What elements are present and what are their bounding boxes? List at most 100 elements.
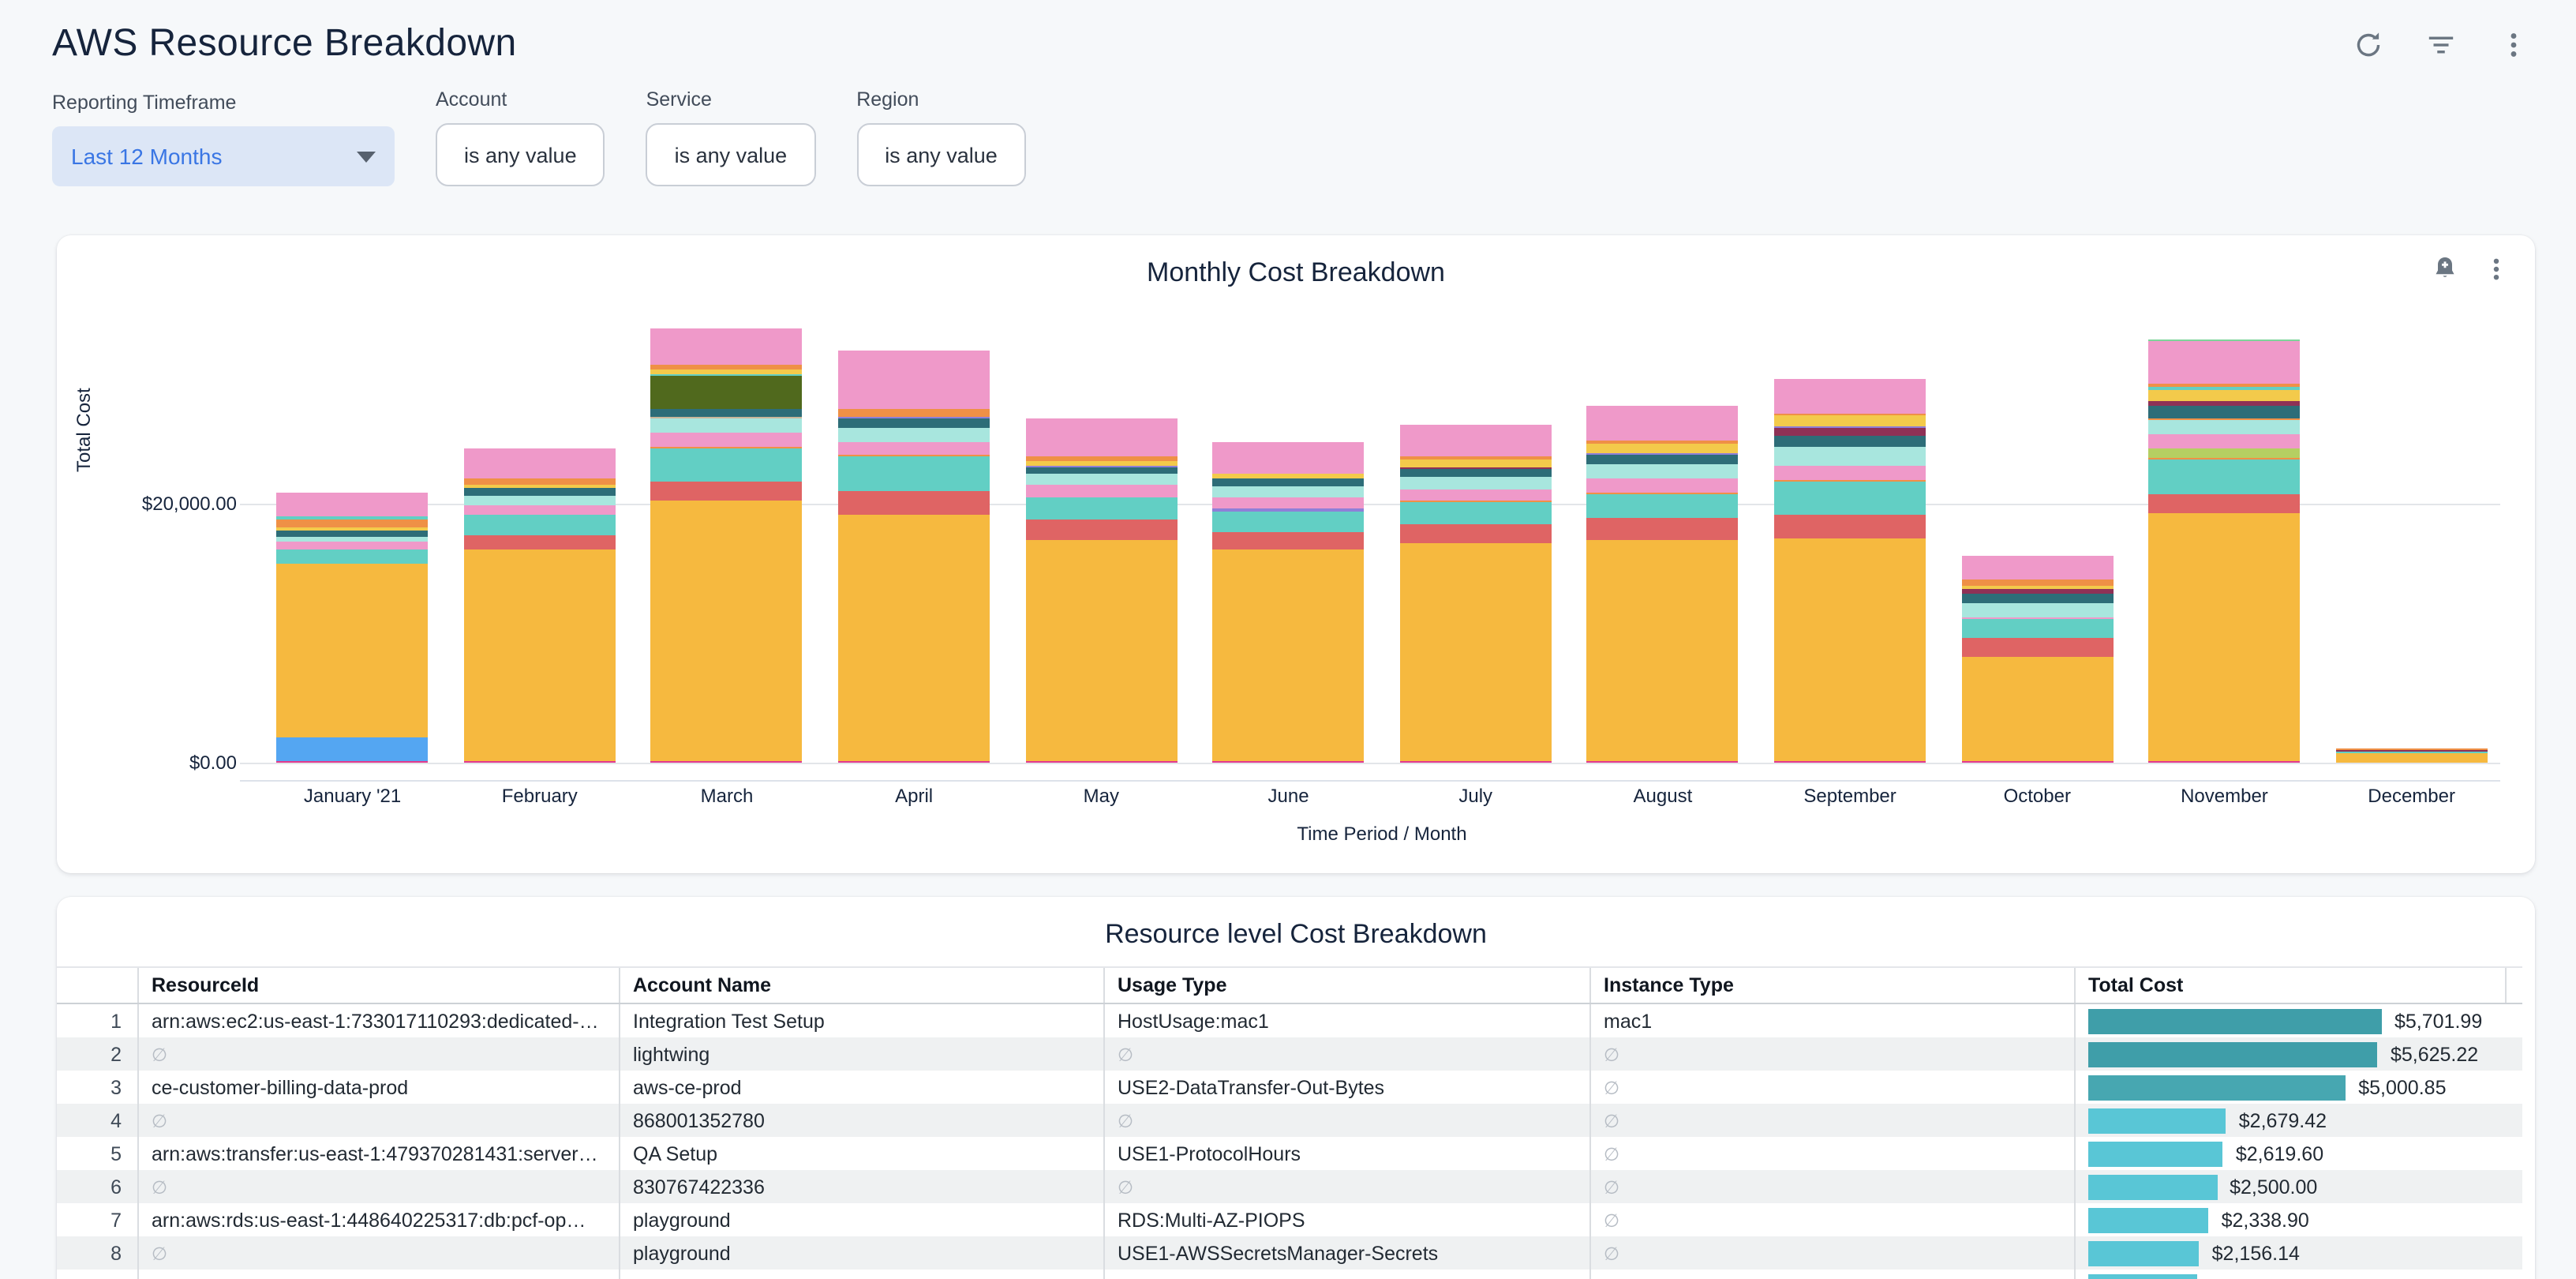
bar-segment-teal xyxy=(1961,619,2113,639)
total-cost-bar xyxy=(2088,1075,2346,1100)
bar-segment-red xyxy=(1213,531,1365,549)
cell-instance-type: ∅ xyxy=(1591,1170,2076,1203)
total-cost-bar xyxy=(2088,1207,2209,1232)
cell-resource-id: arn:aws:rds:us-east-1:448640225317:db:pc… xyxy=(139,1203,620,1236)
bar-segment-lightteal xyxy=(838,428,990,441)
bar-segment-magenta xyxy=(1025,761,1177,763)
table-row: 7arn:aws:rds:us-east-1:448640225317:db:p… xyxy=(57,1203,2522,1236)
bar-segment-magenta xyxy=(1587,761,1739,763)
bar-segment-pink xyxy=(1774,465,1926,479)
bar-segment-pink xyxy=(1213,441,1365,474)
x-tick-label: May xyxy=(1008,785,1195,807)
resource-cost-table-card: Resource level Cost Breakdown ResourceId… xyxy=(57,897,2535,1279)
filter-label: Reporting Timeframe xyxy=(52,92,395,114)
total-cost-value: $2,156.14 xyxy=(2212,1242,2300,1264)
aws-resource-breakdown-dashboard: AWS Resource Breakdown Reporting Timefra… xyxy=(0,0,2576,1279)
bar-segment-teal xyxy=(1587,494,1739,519)
x-tick-label: October xyxy=(1944,785,2131,807)
bar-segment-pink xyxy=(1400,425,1552,456)
bar-segment-darkteal xyxy=(1774,436,1926,448)
row-number: 5 xyxy=(57,1137,139,1170)
stacked-bar-october[interactable] xyxy=(1961,557,2113,763)
bar-segment-red xyxy=(651,482,803,501)
total-cost-value: $5,000.85 xyxy=(2358,1076,2446,1098)
total-cost-value: $2,500.00 xyxy=(2230,1176,2317,1198)
table-row: 3ce-customer-billing-data-prodaws-ce-pro… xyxy=(57,1071,2522,1104)
total-cost-value: $5,701.99 xyxy=(2394,1010,2482,1032)
x-tick-label: August xyxy=(1569,785,1756,807)
bar-series xyxy=(259,235,2505,763)
bar-segment-amber xyxy=(1587,541,1739,761)
bar-segment-olive xyxy=(651,376,803,410)
stacked-bar-april[interactable] xyxy=(838,350,990,763)
bar-segment-red xyxy=(464,534,616,549)
cell-resource-id: ce-customer-billing-data-prod xyxy=(139,1071,620,1104)
bar-slot xyxy=(446,235,633,763)
bar-segment-lightteal xyxy=(1587,465,1739,479)
bar-slot xyxy=(1757,235,1944,763)
stacked-bar-september[interactable] xyxy=(1774,380,1926,763)
cell-usage-type: HostUsage:mac1 xyxy=(1105,1004,1591,1037)
bar-segment-yellow xyxy=(1774,415,1926,426)
bar-segment-amber xyxy=(838,516,990,761)
x-tick-label: September xyxy=(1757,785,1944,807)
null-value: ∅ xyxy=(1604,1176,1619,1198)
bar-segment-orange xyxy=(1025,456,1177,461)
filter-button[interactable]: is any value xyxy=(436,123,605,186)
filter-button[interactable]: is any value xyxy=(646,123,816,186)
stacked-bar-january-21[interactable] xyxy=(277,492,429,763)
cell-account-name: lightwing xyxy=(620,1037,1105,1071)
column-header-account-name[interactable]: Account Name xyxy=(620,968,1105,1003)
x-tick-label: June xyxy=(1195,785,1382,807)
bar-segment-pink xyxy=(1961,557,2113,580)
stacked-bar-july[interactable] xyxy=(1400,425,1552,763)
filter-icon[interactable] xyxy=(2424,28,2456,60)
filter-button[interactable]: is any value xyxy=(856,123,1026,186)
column-header-instance-type[interactable]: Instance Type xyxy=(1591,968,2076,1003)
bar-slot xyxy=(633,235,820,763)
stacked-bar-august[interactable] xyxy=(1587,406,1739,763)
bar-segment-amber xyxy=(651,501,803,761)
bar-segment-red xyxy=(1400,524,1552,543)
cell-usage-type: ∅ xyxy=(1105,1037,1591,1071)
row-number: 7 xyxy=(57,1203,139,1236)
cell-resource-id: ∅ xyxy=(139,1170,620,1203)
kebab-menu-icon[interactable] xyxy=(2497,28,2529,60)
table-title: Resource level Cost Breakdown xyxy=(57,897,2535,951)
column-header-total-cost[interactable]: Total Cost xyxy=(2076,968,2507,1003)
cell-total-cost: $5,625.22 xyxy=(2076,1037,2507,1071)
y-tick-0: $0.00 xyxy=(63,752,237,774)
filter-dropdown[interactable]: Last 12 Months xyxy=(52,126,395,186)
bar-segment-darkteal xyxy=(2148,407,2300,419)
table-row: 8∅playgroundUSE1-AWSSecretsManager-Secre… xyxy=(57,1236,2522,1270)
bar-segment-magenta xyxy=(651,761,803,763)
bar-segment-lightteal xyxy=(1961,604,2113,617)
table-row: 9 xyxy=(57,1270,2522,1279)
bar-segment-orange xyxy=(1961,579,2113,585)
bar-segment-pink xyxy=(277,542,429,549)
bar-slot xyxy=(2318,235,2505,763)
cell-usage-type: USE2-DataTransfer-Out-Bytes xyxy=(1105,1071,1591,1104)
cell-usage-type: ∅ xyxy=(1105,1170,1591,1203)
null-value: ∅ xyxy=(1604,1109,1619,1131)
stacked-bar-february[interactable] xyxy=(464,448,616,763)
filter-label: Region xyxy=(856,88,1026,111)
total-cost-bar xyxy=(2088,1240,2200,1266)
stacked-bar-november[interactable] xyxy=(2148,339,2300,763)
header-actions xyxy=(2352,28,2529,60)
stacked-bar-june[interactable] xyxy=(1213,441,1365,763)
stacked-bar-may[interactable] xyxy=(1025,418,1177,763)
column-header-usage-type[interactable]: Usage Type xyxy=(1105,968,1591,1003)
refresh-icon[interactable] xyxy=(2352,28,2383,60)
bar-slot xyxy=(259,235,446,763)
cell-account-name: aws-ce-prod xyxy=(620,1071,1105,1104)
cell-usage-type: USE1-ProtocolHours xyxy=(1105,1137,1591,1170)
bar-segment-orange xyxy=(464,478,616,485)
stacked-bar-march[interactable] xyxy=(651,329,803,763)
stacked-bar-december[interactable] xyxy=(2336,748,2488,763)
null-value: ∅ xyxy=(1118,1043,1133,1065)
column-header-resourceid[interactable]: ResourceId xyxy=(139,968,620,1003)
bar-segment-amber xyxy=(1400,543,1552,761)
gridline-0 xyxy=(240,763,2500,764)
bar-segment-amber xyxy=(1774,538,1926,761)
